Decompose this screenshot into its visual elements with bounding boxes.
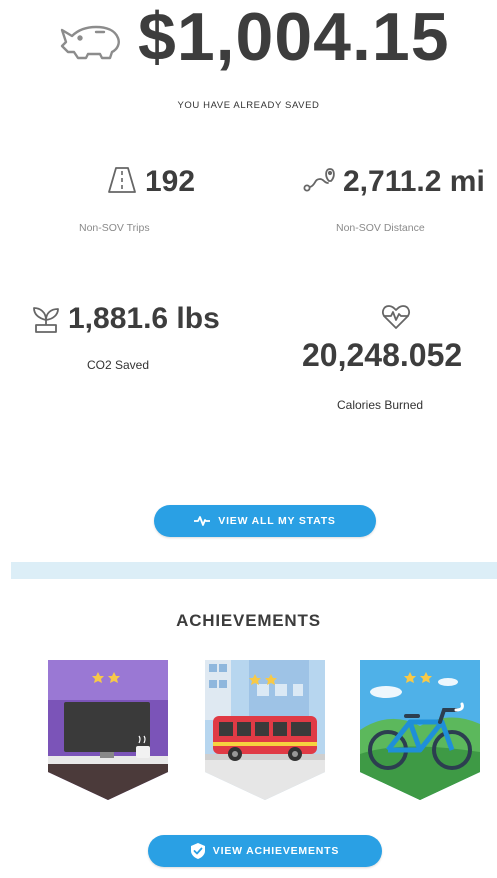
achievements-title: ACHIEVEMENTS: [176, 611, 321, 630]
bike-badge[interactable]: [360, 660, 480, 800]
heartbeat-icon: [382, 305, 410, 329]
plant-icon: [33, 307, 59, 333]
pulse-icon: [194, 516, 211, 526]
road-icon: [108, 167, 136, 193]
distance-label: Non-SOV Distance: [336, 222, 425, 234]
trips-label: Non-SOV Trips: [79, 222, 150, 234]
view-all-stats-button[interactable]: VIEW ALL MY STATS: [154, 505, 376, 537]
savings-header: $1,004.15 YOU HAVE ALREADY SAVED: [0, 0, 497, 130]
trips-value: 192: [145, 165, 196, 198]
view-all-stats-label: VIEW ALL MY STATS: [218, 515, 336, 527]
co2-value: 1,881.6 lbs: [68, 302, 220, 335]
section-divider: [11, 562, 497, 579]
telework-badge[interactable]: [48, 660, 168, 800]
piggy-bank-icon: [60, 25, 120, 60]
co2-label: CO2 Saved: [87, 358, 150, 372]
route-icon: [303, 168, 335, 192]
calories-value: 20,248.052: [302, 337, 463, 373]
view-achievements-label: VIEW ACHIEVEMENTS: [212, 845, 340, 857]
savings-amount: $1,004.15: [138, 0, 450, 75]
savings-label: YOU HAVE ALREADY SAVED: [177, 100, 320, 111]
calories-label: Calories Burned: [337, 398, 424, 412]
view-achievements-button[interactable]: VIEW ACHIEVEMENTS: [148, 835, 382, 867]
distance-value: 2,711.2 mi: [343, 165, 485, 198]
transit-badge[interactable]: [205, 660, 325, 800]
shield-check-icon: [190, 843, 205, 859]
